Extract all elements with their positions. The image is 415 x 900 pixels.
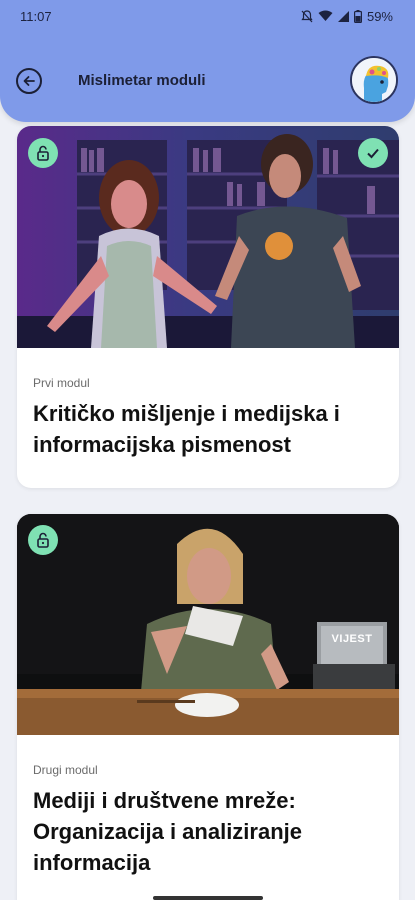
status-time: 11:07: [20, 8, 52, 24]
module-label: Drugi modul: [33, 763, 98, 777]
module-card-2[interactable]: VIJEST Drugi modul Mediji i društvene mr…: [17, 514, 399, 900]
signal-icon: [337, 10, 349, 22]
home-indicator: [153, 896, 263, 900]
battery-percent: 59%: [366, 8, 393, 24]
app-header: 11:07 59% Mislimetar moduli: [0, 0, 415, 122]
module-2-image: VIJEST: [17, 514, 399, 735]
status-icons: 59%: [301, 9, 393, 24]
lock-open-icon: [28, 525, 58, 555]
news-box-label: VIJEST: [331, 633, 373, 645]
module-title: Kritičko mišljenje i medijska i informac…: [33, 401, 340, 457]
module-list: Prvi modul Kritičko mišljenje i medijska…: [0, 0, 415, 900]
back-button[interactable]: [16, 68, 42, 94]
lock-open-icon: [28, 138, 58, 168]
page-title: Mislimetar moduli: [78, 72, 206, 89]
module-label: Prvi modul: [33, 376, 90, 390]
module-1-image: [17, 126, 399, 348]
wifi-icon: [318, 10, 333, 22]
avatar[interactable]: [350, 56, 398, 104]
module-card-1[interactable]: Prvi modul Kritičko mišljenje i medijska…: [17, 126, 399, 488]
arrow-left-icon: [23, 76, 35, 86]
completed-check-icon: [358, 138, 388, 168]
module-title: Mediji i društvene mreže: Organizacija i…: [33, 788, 302, 875]
battery-icon: [353, 9, 362, 23]
status-bar: 11:07 59%: [0, 0, 415, 32]
notifications-off-icon: [301, 9, 313, 23]
